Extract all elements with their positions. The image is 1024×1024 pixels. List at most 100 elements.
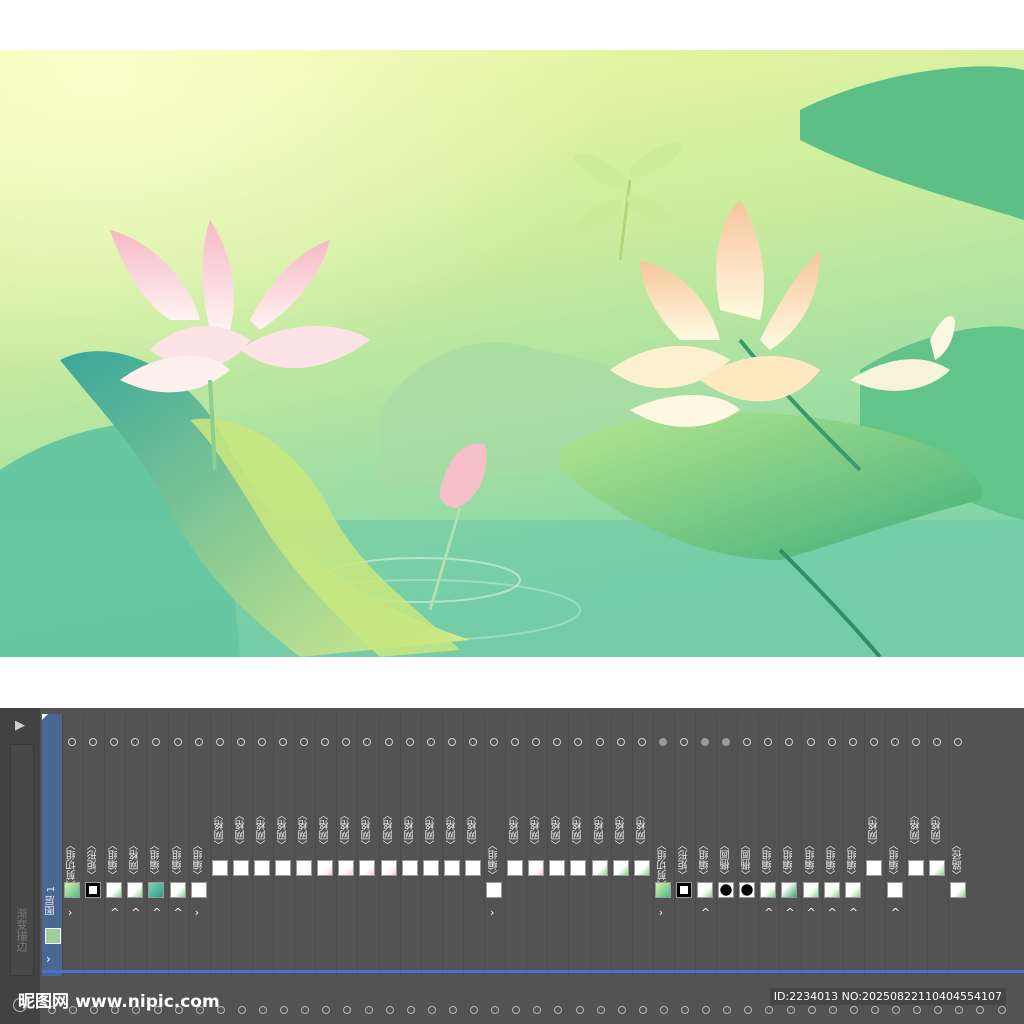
visibility-toggle-icon[interactable] (764, 738, 773, 746)
lock-toggle-icon[interactable] (849, 1006, 858, 1014)
sublayer-name[interactable]: 〈编组〉 (888, 840, 904, 880)
sublayer-name[interactable]: 〈椭圆〉 (740, 840, 756, 880)
sublayer-thumbnail[interactable] (739, 882, 756, 898)
lock-toggle-icon[interactable] (870, 1006, 879, 1014)
sublayer-thumbnail[interactable] (865, 860, 882, 876)
sublayer-thumbnail[interactable] (359, 860, 376, 876)
sublayer-name[interactable]: 〈编组〉 (192, 840, 208, 880)
visibility-toggle-icon[interactable] (637, 738, 646, 746)
sublayer-thumbnail[interactable] (422, 860, 439, 876)
sublayer-row[interactable]: 〈编组〉 › (484, 714, 505, 976)
sublayer-row[interactable]: 〈网格〉 (589, 714, 611, 976)
sublayer-thumbnail[interactable] (950, 882, 967, 898)
sublayer-name[interactable]: 〈编组〉 (698, 840, 714, 880)
sublayer-name[interactable]: 〈编组〉 (782, 840, 798, 880)
sublayer-thumbnail[interactable] (908, 860, 924, 876)
sublayer-name[interactable]: 〈编组〉 (825, 840, 841, 880)
lock-toggle-icon[interactable] (427, 1006, 436, 1014)
layer-name[interactable]: 图层 1 (44, 886, 59, 916)
visibility-toggle-icon[interactable] (490, 738, 498, 746)
sublayer-row[interactable]: 〈网格〉 (610, 714, 632, 976)
sublayer-row[interactable]: 〈网格〉 (315, 714, 336, 976)
visibility-toggle-icon[interactable] (933, 738, 942, 746)
visibility-toggle-icon[interactable] (321, 738, 330, 746)
sublayer-name[interactable]: 〈网格〉 (360, 810, 376, 850)
visibility-toggle-icon[interactable] (785, 738, 794, 746)
sublayer-name[interactable]: 〈网格〉 (508, 810, 524, 850)
sublayer-name[interactable]: 〈网格〉 (571, 810, 587, 850)
sublayer-row[interactable]: 〈网格〉 (568, 714, 589, 976)
sublayer-row[interactable]: 〈网格〉 (336, 714, 357, 976)
sublayer-row[interactable]: 〈路径〉 (948, 714, 969, 976)
sublayer-name[interactable]: 〈网格〉 (234, 810, 250, 850)
lock-toggle-icon[interactable] (828, 1006, 837, 1014)
lock-toggle-icon[interactable] (554, 1006, 563, 1014)
sublayer-row[interactable]: 〈网格〉 (526, 714, 547, 976)
sublayer-name[interactable]: 〈路径〉 (951, 840, 967, 880)
visibility-toggle-icon[interactable] (468, 738, 477, 746)
visibility-toggle-icon[interactable] (890, 738, 899, 746)
lock-toggle-icon[interactable] (259, 1006, 267, 1014)
sublayer-thumbnail[interactable] (127, 882, 144, 898)
expand-caret-icon[interactable]: ^ (785, 906, 794, 919)
sublayer-row[interactable]: 〈编组〉 ^ (758, 714, 779, 976)
sublayer-row[interactable]: 〈网格〉 (863, 714, 885, 976)
sublayer-thumbnail[interactable] (823, 882, 840, 898)
sublayer-row[interactable]: 〈网格〉 ^ (125, 714, 146, 976)
visibility-toggle-icon[interactable] (658, 738, 667, 746)
sublayer-row[interactable]: 〈剪切组〉 › (62, 714, 83, 976)
lock-toggle-icon[interactable] (280, 1006, 289, 1014)
visibility-toggle-icon[interactable] (384, 738, 393, 746)
visibility-toggle-icon[interactable] (342, 738, 351, 746)
sublayer-row[interactable]: 〈网格〉 (399, 714, 421, 976)
sublayer-thumbnail[interactable] (507, 860, 524, 876)
sublayer-name[interactable]: 〈编组〉 (761, 840, 777, 880)
visibility-toggle-icon[interactable] (743, 738, 752, 746)
lock-toggle-icon[interactable] (406, 1006, 415, 1014)
expand-caret-icon[interactable]: ^ (174, 906, 183, 919)
sublayer-thumbnail[interactable] (697, 882, 713, 898)
lock-toggle-icon[interactable] (913, 1006, 922, 1014)
lock-toggle-icon[interactable] (385, 1006, 394, 1014)
sublayer-thumbnail[interactable] (886, 882, 903, 898)
sublayer-thumbnail[interactable] (718, 882, 735, 898)
sublayer-row[interactable]: 〈编组〉 ^ (104, 714, 125, 976)
lock-toggle-icon[interactable] (301, 1006, 310, 1014)
sublayer-row[interactable]: 〈网格〉 (906, 714, 927, 976)
visibility-toggle-icon[interactable] (257, 738, 266, 746)
sublayer-name[interactable]: 〈编组〉 (107, 840, 123, 880)
sublayer-name[interactable]: 〈网格〉 (614, 810, 630, 850)
visibility-toggle-icon[interactable] (131, 738, 140, 746)
sublayer-thumbnail[interactable] (570, 860, 587, 876)
lock-toggle-icon[interactable] (892, 1006, 900, 1014)
expand-caret-icon[interactable]: ^ (152, 906, 161, 919)
visibility-toggle-icon[interactable] (194, 738, 203, 746)
lock-toggle-icon[interactable] (786, 1006, 795, 1014)
sublayer-name[interactable]: 〈编组〉 (804, 840, 820, 880)
expand-caret-icon[interactable]: ^ (701, 906, 710, 919)
sublayer-name[interactable]: 〈网格〉 (255, 810, 271, 850)
visibility-toggle-icon[interactable] (595, 738, 604, 746)
sublayer-row[interactable]: 〈编组〉 ^ (167, 714, 189, 976)
lock-toggle-icon[interactable] (343, 1006, 352, 1014)
lock-toggle-icon[interactable] (638, 1006, 647, 1014)
lock-toggle-icon[interactable] (470, 1006, 478, 1014)
sublayer-name[interactable]: 〈椭圆〉 (719, 840, 735, 880)
lock-toggle-icon[interactable] (617, 1006, 626, 1014)
sublayer-name[interactable]: 〈网格〉 (318, 810, 334, 850)
sublayer-name[interactable]: 〈网格〉 (424, 810, 440, 850)
lock-toggle-icon[interactable] (934, 1006, 943, 1014)
sublayer-row[interactable]: 〈编组〉 ^ (842, 714, 864, 976)
lock-toggle-icon[interactable] (997, 1006, 1006, 1014)
sublayer-thumbnail[interactable] (633, 860, 650, 876)
sublayer-thumbnail[interactable] (190, 882, 207, 898)
expand-caret-icon[interactable]: › (68, 906, 72, 919)
lock-toggle-icon[interactable] (955, 1006, 964, 1014)
sublayer-row[interactable]: 〈椭圆〉 (737, 714, 758, 976)
visibility-toggle-icon[interactable] (532, 738, 541, 746)
visibility-toggle-icon[interactable] (89, 738, 98, 746)
sublayer-name[interactable]: 〈矩形〉 (86, 840, 102, 880)
sublayer-thumbnail[interactable] (106, 882, 123, 898)
sublayer-name[interactable]: 〈网格〉 (529, 810, 545, 850)
sublayer-thumbnail[interactable] (85, 882, 102, 898)
